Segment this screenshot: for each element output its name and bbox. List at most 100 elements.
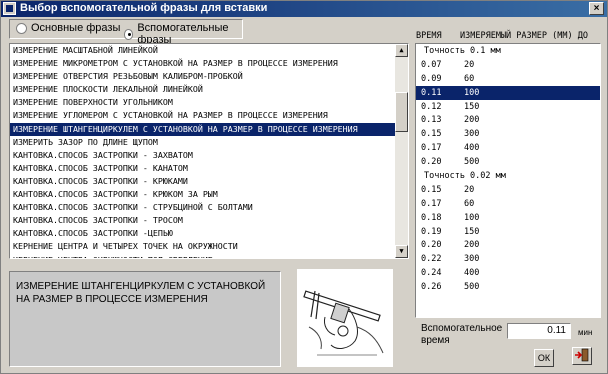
- phrase-list-item[interactable]: КАНТОВКА.СПОСОБ ЗАСТРОПКИ -ЦЕПЬЮ: [10, 227, 408, 240]
- phrase-list[interactable]: ИЗМЕРЕНИЕ МАСШТАБНОЙ ЛИНЕЙКОЙ ИЗМЕРЕНИЕ М…: [9, 43, 409, 259]
- phrase-type-radio-group: Основные фразы Вспомогательные фразы: [9, 19, 243, 46]
- size-cell: 200: [464, 240, 480, 251]
- header-time: ВРЕМЯ: [416, 31, 442, 41]
- phrase-list-item[interactable]: ИЗМЕРЕНИЕ ШТАНГЕНЦИРКУЛЕМ С УСТАНОВКОЙ Н…: [10, 122, 408, 136]
- phrase-list-item[interactable]: ИЗМЕРЕНИЕ ПОВЕРХНОСТИ УГОЛЬНИКОМ: [10, 96, 408, 109]
- time-table-row[interactable]: 0.26 500: [416, 280, 600, 294]
- radio-aux-phrases-indicator[interactable]: [124, 28, 134, 40]
- ok-button[interactable]: ОК: [534, 349, 554, 367]
- time-cell: 0.11: [421, 87, 442, 98]
- exit-door-icon: [575, 348, 589, 362]
- size-cell: 100: [464, 212, 480, 223]
- phrase-list-item[interactable]: ИЗМЕРЕНИЕ МИКРОМЕТРОМ С УСТАНОВКОЙ НА РА…: [10, 57, 408, 70]
- size-cell: 150: [464, 101, 480, 112]
- caliper-illustration: [297, 269, 393, 367]
- accuracy-group-label: Точность 0.1 мм: [424, 46, 501, 56]
- selected-phrase-description: ИЗМЕРЕНИЕ ШТАНГЕНЦИРКУЛЕМ С УСТАНОВКОЙ Н…: [9, 271, 281, 367]
- radio-main-phrases-label: Основные фразы: [31, 22, 121, 34]
- aux-time-field[interactable]: 0.11: [507, 323, 571, 339]
- phrase-list-item[interactable]: ИЗМЕРЕНИЕ ОТВЕРСТИЯ РЕЗЬБОВЫМ КАЛИБРОМ-П…: [10, 70, 408, 83]
- phrase-list-item[interactable]: КАНТОВКА.СПОСОБ ЗАСТРОПКИ - КАНАТОМ: [10, 162, 408, 175]
- time-cell: 0.26: [421, 282, 442, 293]
- size-cell: 60: [464, 73, 475, 84]
- phrase-list-item[interactable]: ИЗМЕРЕНИЕ ПЛОСКОСТИ ЛЕКАЛЬНОЙ ЛИНЕЙКОЙ: [10, 83, 408, 96]
- size-cell: 60: [464, 198, 475, 209]
- dialog-window: Выбор вспомогательной фразы для вставки …: [0, 0, 608, 374]
- phrase-list-item[interactable]: КАНТОВКА.СПОСОБ ЗАСТРОПКИ - ТРОСОМ: [10, 214, 408, 227]
- time-cell: 0.20: [421, 240, 442, 251]
- time-cell: 0.19: [421, 226, 442, 237]
- exit-button[interactable]: [572, 347, 592, 365]
- phrase-list-item[interactable]: КАНТОВКА.СПОСОБ ЗАСТРОПКИ - СТРУБЦИНОЙ С…: [10, 201, 408, 214]
- phrase-list-item[interactable]: КАНТОВКА.СПОСОБ ЗАСТРОПКИ - ЗАХВАТОМ: [10, 149, 408, 162]
- time-cell: 0.07: [421, 59, 442, 70]
- time-table-row[interactable]: 0.20 200: [416, 238, 600, 252]
- time-table-row[interactable]: 0.15 20: [416, 183, 600, 197]
- size-cell: 20: [464, 184, 475, 195]
- size-cell: 400: [464, 268, 480, 279]
- time-table[interactable]: Точность 0.1 мм 0.07 20 0.09 60 0.11 100 0.12 15…: [415, 43, 601, 318]
- time-table-rows: Точность 0.1 мм 0.07 20 0.09 60 0.11 100 0.12 15…: [416, 44, 600, 294]
- scroll-down-icon[interactable]: ▼: [395, 245, 408, 258]
- time-table-row[interactable]: 0.11 100: [416, 85, 600, 100]
- time-cell: 0.22: [421, 254, 442, 265]
- time-table-row[interactable]: 0.09 60: [416, 72, 600, 86]
- size-cell: 300: [464, 254, 480, 265]
- title-bar: Выбор вспомогательной фразы для вставки …: [1, 1, 607, 17]
- time-cell: 0.13: [421, 115, 442, 126]
- scroll-up-icon[interactable]: ▲: [395, 44, 408, 57]
- phrase-list-item[interactable]: КАНТОВКА.СПОСОБ ЗАСТРОПКИ - КРЮКАМИ: [10, 175, 408, 188]
- radio-main-phrases-indicator[interactable]: [16, 22, 27, 34]
- aux-time-unit: мин: [578, 328, 593, 337]
- size-cell: 200: [464, 115, 480, 126]
- time-cell: 0.15: [421, 129, 442, 140]
- size-cell: 500: [464, 157, 480, 168]
- phrase-list-item[interactable]: КЕРНЕНИЕ ЦЕНТРА И ЧЕТЫРЕХ ТОЧЕК НА ОКРУЖ…: [10, 240, 408, 253]
- phrase-list-item[interactable]: ИЗМЕРИТЬ ЗАЗОР ПО ДЛИНЕ ЩУПОМ: [10, 136, 408, 149]
- time-cell: 0.12: [421, 101, 442, 112]
- accuracy-group-label: Точность 0.02 мм: [424, 171, 506, 182]
- phrase-list-item[interactable]: ИЗМЕРЕНИЕ МАСШТАБНОЙ ЛИНЕЙКОЙ: [10, 44, 408, 57]
- time-table-row[interactable]: 0.24 400: [416, 266, 600, 280]
- time-cell: 0.24: [421, 268, 442, 279]
- time-table-row[interactable]: 0.07 20: [416, 58, 600, 72]
- aux-time-label-line1: Вспомогательное: [421, 323, 503, 334]
- phrase-list-scrollbar[interactable]: ▲ ▼: [395, 44, 408, 258]
- aux-time-label: Вспомогательное время: [421, 323, 502, 347]
- time-table-row[interactable]: 0.22 300: [416, 252, 600, 266]
- time-cell: 0.20: [421, 157, 442, 168]
- size-cell: 300: [464, 129, 480, 140]
- scroll-thumb[interactable]: [395, 92, 408, 132]
- close-icon[interactable]: ×: [589, 2, 604, 15]
- time-table-row[interactable]: 0.12 150: [416, 100, 600, 114]
- app-icon: [3, 2, 16, 15]
- time-cell: 0.17: [421, 143, 442, 154]
- time-table-row[interactable]: 0.15 300: [416, 127, 600, 141]
- time-cell: 0.09: [421, 73, 442, 84]
- phrase-list-item[interactable]: ИЗМЕРЕНИЕ УГЛОМЕРОМ С УСТАНОВКОЙ НА РАЗМ…: [10, 109, 408, 122]
- time-cell: 0.18: [421, 212, 442, 223]
- header-size: ИЗМЕРЯЕМЫЙ РАЗМЕР (ММ) ДО: [460, 31, 588, 41]
- time-table-row[interactable]: 0.20 500: [416, 155, 600, 169]
- phrase-list-item[interactable]: КЕРНЕНИЕ ЦЕНТРА ОКРУЖНОСТИ ПОД СВЕРЛЕНИЕ: [10, 254, 408, 259]
- time-cell: 0.17: [421, 198, 442, 209]
- phrase-list-rows: ИЗМЕРЕНИЕ МАСШТАБНОЙ ЛИНЕЙКОЙ ИЗМЕРЕНИЕ М…: [10, 44, 408, 259]
- size-cell: 20: [464, 59, 475, 70]
- accuracy-group-row[interactable]: Точность 0.1 мм: [416, 44, 600, 58]
- time-table-row[interactable]: 0.18 100: [416, 211, 600, 225]
- size-cell: 100: [464, 87, 480, 98]
- accuracy-group-row[interactable]: Точность 0.02 мм: [416, 169, 600, 183]
- time-table-row[interactable]: 0.19 150: [416, 225, 600, 239]
- phrase-list-item[interactable]: КАНТОВКА.СПОСОБ ЗАСТРОПКИ - КРЮКОМ ЗА РЫ…: [10, 188, 408, 201]
- radio-main-phrases[interactable]: Основные фразы: [16, 22, 120, 34]
- time-table-row[interactable]: 0.17 400: [416, 141, 600, 155]
- aux-time-label-line2: время: [421, 335, 450, 346]
- time-table-row[interactable]: 0.17 60: [416, 197, 600, 211]
- time-cell: 0.15: [421, 184, 442, 195]
- window-title: Выбор вспомогательной фразы для вставки: [20, 2, 268, 14]
- time-table-row[interactable]: 0.13 200: [416, 113, 600, 127]
- size-cell: 500: [464, 282, 480, 293]
- size-cell: 400: [464, 143, 480, 154]
- size-cell: 150: [464, 226, 480, 237]
- caliper-drawing-icon: [303, 290, 384, 356]
